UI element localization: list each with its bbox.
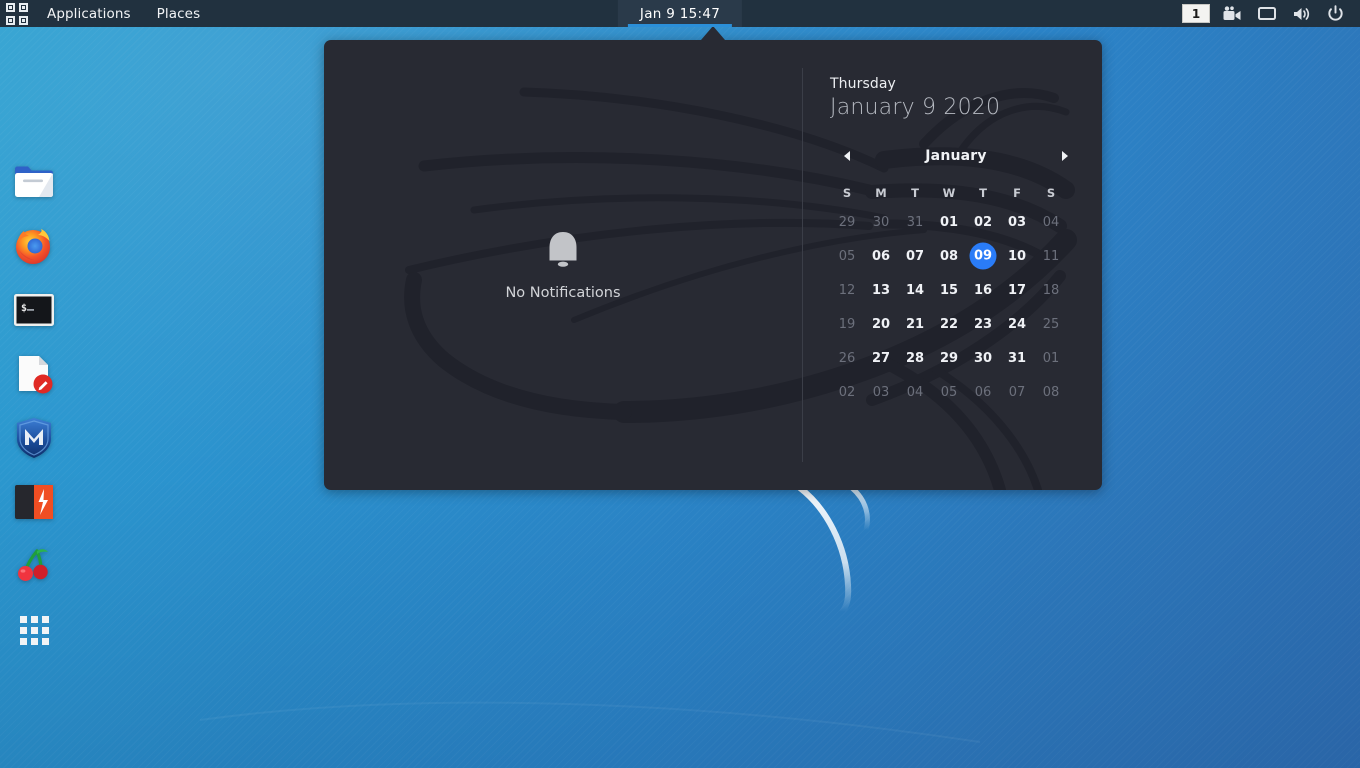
calendar-day[interactable]: 18: [1034, 273, 1068, 307]
calendar-day[interactable]: 29: [830, 205, 864, 239]
calendar-day[interactable]: 26: [830, 341, 864, 375]
calendar-prev-month-button[interactable]: [836, 145, 858, 167]
calendar-day-header: S: [830, 181, 864, 205]
desktop[interactable]: Applications Places Jan 9 15:47 1: [0, 0, 1360, 768]
burp-suite-icon[interactable]: [12, 470, 56, 534]
metasploit-icon[interactable]: [12, 406, 56, 470]
calendar-month-label: January: [925, 148, 986, 164]
calendar-day[interactable]: 31: [898, 205, 932, 239]
panel-pointer-triangle: [701, 26, 725, 40]
calendar-day[interactable]: 05: [932, 375, 966, 409]
calendar-day[interactable]: 04: [898, 375, 932, 409]
workspace-1-button[interactable]: 1: [1182, 4, 1210, 23]
calendar-day-header: F: [1000, 181, 1034, 205]
clock-active-underline: [628, 24, 732, 27]
calendar-day-header: T: [966, 181, 1000, 205]
calendar-day-header: T: [898, 181, 932, 205]
clock-panel-body: No Notifications Thursday January 9 2020…: [324, 40, 1102, 490]
grid-squares-glyph: [6, 3, 28, 25]
calendar-day[interactable]: 03: [864, 375, 898, 409]
calendar-weekday: Thursday: [830, 76, 1082, 92]
taskbar-right: 1: [1176, 0, 1360, 27]
calendar-full-date: January 9 2020: [830, 95, 1082, 120]
calendar-day[interactable]: 22: [932, 307, 966, 341]
svg-text:$: $: [21, 303, 27, 314]
workspace-switcher[interactable]: 1: [1176, 0, 1216, 27]
calendar-day[interactable]: 23: [966, 307, 1000, 341]
power-icon[interactable]: [1318, 5, 1352, 22]
calendar-day[interactable]: 06: [864, 239, 898, 273]
calendar-day[interactable]: 17: [1000, 273, 1034, 307]
calendar-day[interactable]: 10: [1000, 239, 1034, 273]
calendar-day-header: S: [1034, 181, 1068, 205]
calendar-day[interactable]: 02: [966, 205, 1000, 239]
calendar-day[interactable]: 01: [932, 205, 966, 239]
taskbar[interactable]: Applications Places Jan 9 15:47 1: [0, 0, 1360, 27]
clock-label: Jan 9 15:47: [640, 6, 720, 22]
calendar-day[interactable]: 24: [1000, 307, 1034, 341]
taskbar-left: Applications Places: [0, 0, 213, 27]
calendar-day-header: W: [932, 181, 966, 205]
calendar-month-nav: January: [830, 143, 1082, 169]
calendar-grid[interactable]: SMTWTFS293031010203040506070809101112131…: [830, 181, 1082, 409]
applications-menu-label: Applications: [47, 6, 131, 22]
calendar-day[interactable]: 14: [898, 273, 932, 307]
text-editor-icon[interactable]: [12, 342, 56, 406]
file-manager-icon[interactable]: [12, 150, 56, 214]
calendar-day[interactable]: 12: [830, 273, 864, 307]
calendar-day[interactable]: 20: [864, 307, 898, 341]
calendar-day[interactable]: 11: [1034, 239, 1068, 273]
calendar-day[interactable]: 19: [830, 307, 864, 341]
calendar-day[interactable]: 06: [966, 375, 1000, 409]
calendar-day[interactable]: 29: [932, 341, 966, 375]
calendar-day[interactable]: 13: [864, 273, 898, 307]
calendar-day[interactable]: 30: [966, 341, 1000, 375]
bell-icon: [542, 229, 584, 273]
display-icon[interactable]: [1250, 6, 1284, 22]
calendar-day[interactable]: 02: [830, 375, 864, 409]
volume-icon[interactable]: [1284, 6, 1318, 22]
pane-divider: [802, 68, 803, 462]
screencast-icon[interactable]: [1216, 6, 1250, 22]
calendar-day[interactable]: 07: [1000, 375, 1034, 409]
clock-button[interactable]: Jan 9 15:47: [618, 0, 742, 27]
calendar-day[interactable]: 31: [1000, 341, 1034, 375]
calendar-day[interactable]: 07: [898, 239, 932, 273]
calendar-pane[interactable]: Thursday January 9 2020 January: [802, 40, 1102, 490]
show-applications-glyph: [20, 616, 49, 645]
applications-menu[interactable]: Applications: [34, 0, 144, 27]
chevron-left-icon: [842, 150, 852, 162]
dock[interactable]: $: [12, 150, 56, 662]
terminal-icon[interactable]: $: [12, 278, 56, 342]
calendar-day[interactable]: 25: [1034, 307, 1068, 341]
calendar-day[interactable]: 08: [932, 239, 966, 273]
grid-squares-icon[interactable]: [0, 0, 34, 27]
places-menu-label: Places: [157, 6, 201, 22]
places-menu[interactable]: Places: [144, 0, 214, 27]
calendar-day[interactable]: 30: [864, 205, 898, 239]
show-applications-icon[interactable]: [12, 598, 56, 662]
calendar-day[interactable]: 03: [1000, 205, 1034, 239]
calendar-day[interactable]: 15: [932, 273, 966, 307]
calendar-day-header: M: [864, 181, 898, 205]
calendar-today-highlight: 09: [970, 243, 997, 270]
calendar-day[interactable]: 16: [966, 273, 1000, 307]
notifications-pane[interactable]: No Notifications: [324, 40, 802, 490]
calendar-day[interactable]: 21: [898, 307, 932, 341]
calendar-day[interactable]: 05: [830, 239, 864, 273]
calendar-next-month-button[interactable]: [1054, 145, 1076, 167]
clock-panel[interactable]: No Notifications Thursday January 9 2020…: [324, 40, 1102, 490]
calendar-day[interactable]: 08: [1034, 375, 1068, 409]
calendar-day[interactable]: 01: [1034, 341, 1068, 375]
calendar-day-today[interactable]: 09: [966, 239, 1000, 273]
calendar-day[interactable]: 04: [1034, 205, 1068, 239]
firefox-icon[interactable]: [12, 214, 56, 278]
cherrytree-icon[interactable]: [12, 534, 56, 598]
calendar-day[interactable]: 28: [898, 341, 932, 375]
chevron-right-icon: [1060, 150, 1070, 162]
no-notifications-text: No Notifications: [505, 285, 620, 301]
calendar-day[interactable]: 27: [864, 341, 898, 375]
